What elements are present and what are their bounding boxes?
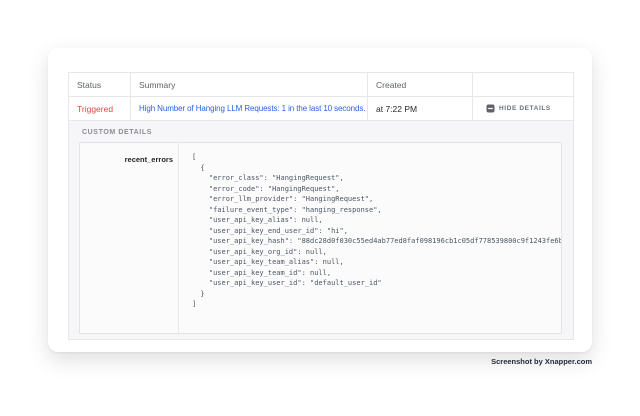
table-row: Triggered High Number of Hanging LLM Req… <box>69 97 573 121</box>
alerts-table: Status Summary Created Triggered High Nu… <box>68 72 574 340</box>
custom-details-panel: recent_errors [ { "error_class": "Hangin… <box>79 142 562 334</box>
status-badge: Triggered <box>77 104 113 114</box>
column-header-created: Created <box>367 73 472 96</box>
xnapper-watermark: Screenshot by Xnapper.com <box>491 357 592 366</box>
custom-details-heading: CUSTOM DETAILS <box>69 121 573 142</box>
recent-errors-json: [ { "error_class": "HangingRequest", "er… <box>179 143 561 333</box>
column-header-actions <box>472 73 573 96</box>
alert-summary-link[interactable]: High Number of Hanging LLM Requests: 1 i… <box>139 104 365 113</box>
alert-details-card: Status Summary Created Triggered High Nu… <box>48 48 592 352</box>
status-cell: Triggered <box>69 97 130 120</box>
actions-cell: HIDE DETAILS <box>472 97 573 120</box>
summary-cell: High Number of Hanging LLM Requests: 1 i… <box>130 97 367 120</box>
hide-details-label: HIDE DETAILS <box>499 105 551 112</box>
detail-key-column: recent_errors <box>80 143 179 333</box>
created-cell: at 7:22 PM <box>367 97 472 120</box>
table-header-row: Status Summary Created <box>69 73 573 97</box>
column-header-summary: Summary <box>130 73 367 96</box>
collapse-minus-icon <box>486 104 495 113</box>
hide-details-button[interactable]: HIDE DETAILS <box>486 104 551 113</box>
custom-details-section: CUSTOM DETAILS recent_errors [ { "error_… <box>69 121 573 339</box>
detail-key-label: recent_errors <box>125 155 173 164</box>
created-timestamp: at 7:22 PM <box>376 104 417 114</box>
column-header-status: Status <box>69 73 130 96</box>
